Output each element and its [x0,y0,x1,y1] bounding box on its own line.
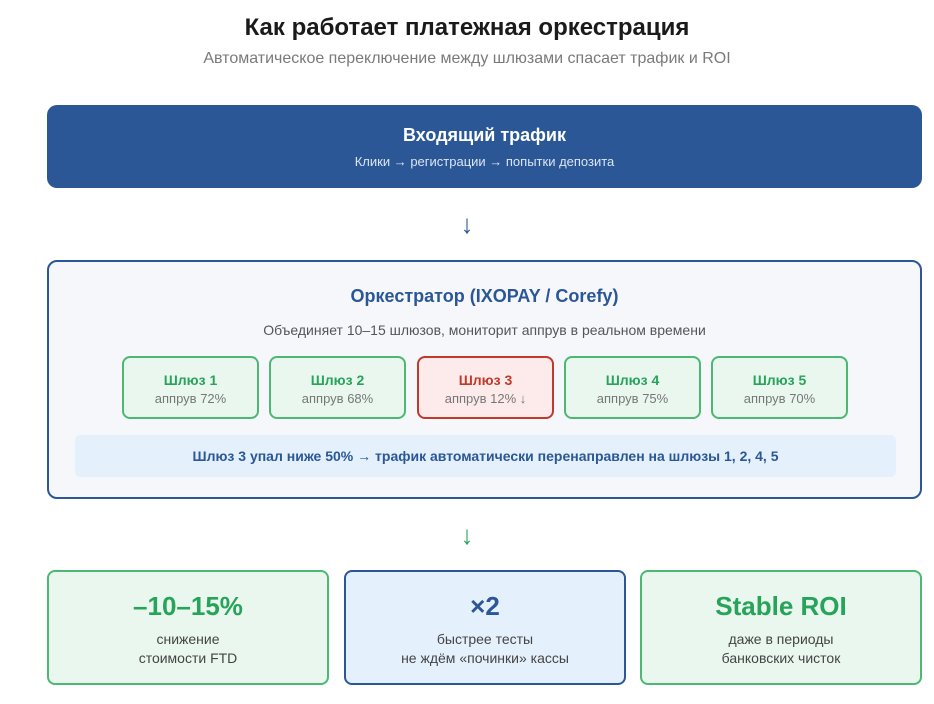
result-caption-line-1: быстрее тесты [436,631,534,647]
result-caption-line-2: банковских чисток [721,650,841,666]
gateway-rate: аппрув 72% [154,391,227,406]
reroute-notice: Шлюз 3 упал ниже 50% → трафик автоматиче… [75,435,896,477]
result-value: –10–15% [133,591,243,621]
incoming-traffic-title: Входящий трафик [403,125,566,145]
gateway-name: Шлюз 3 [458,372,513,388]
incoming-traffic-subtitle: Клики → регистрации → попытки депозита [354,154,615,169]
gateway-2: Шлюз 2 аппрув 68% [269,356,406,419]
gateway-name: Шлюз 4 [605,372,660,388]
gateway-3: Шлюз 3 аппрув 12% ↓ [417,356,554,419]
gateway-name: Шлюз 1 [163,372,218,388]
gateway-5: Шлюз 5 аппрув 70% [711,356,848,419]
result-value: Stable ROI [715,591,847,621]
gateway-1: Шлюз 1 аппрув 72% [122,356,259,419]
gateway-rate: аппрув 12% ↓ [444,391,527,406]
gateway-name: Шлюз 2 [310,372,365,388]
gateway-rate: аппрув 70% [743,391,816,406]
result-card-roi: Stable ROI даже в периоды банковских чис… [640,570,922,685]
orchestrator-block: Оркестратор (IXOPAY / Corefy) Объединяет… [47,260,922,499]
result-card-speed: ×2 быстрее тесты не ждём «починки» кассы [344,570,626,685]
result-card-cost: –10–15% снижение стоимости FTD [47,570,329,685]
result-value: ×2 [470,591,500,621]
arrow-down-icon: ↓ [460,520,474,550]
orchestrator-description: Объединяет 10–15 шлюзов, мониторит аппру… [263,322,706,338]
gateway-4: Шлюз 4 аппрув 75% [564,356,701,419]
arrow-down-icon: ↓ [460,209,474,239]
page-title: Как работает платежная оркестрация [244,14,690,41]
page-subtitle: Автоматическое переключение между шлюзам… [203,50,731,67]
gateway-name: Шлюз 5 [752,372,807,388]
result-caption-line-1: даже в периоды [728,631,834,647]
result-caption-line-1: снижение [156,631,220,647]
gateway-rate: аппрув 68% [301,391,374,406]
gateway-rate: аппрув 75% [596,391,669,406]
result-caption-line-2: стоимости FTD [138,650,238,666]
incoming-traffic-block: Входящий трафик Клики → регистрации → по… [47,105,922,188]
result-caption-line-2: не ждём «починки» кассы [401,650,569,666]
orchestrator-title: Оркестратор (IXOPAY / Corefy) [350,286,619,306]
